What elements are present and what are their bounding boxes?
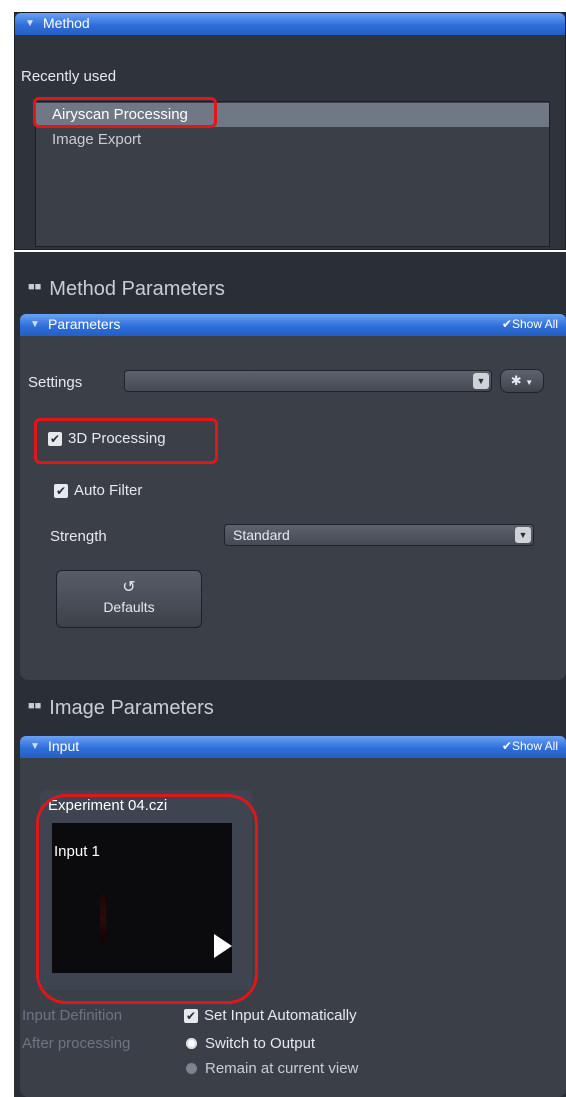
auto-filter-checkbox[interactable]: ✔ Auto Filter: [54, 482, 142, 499]
input-definition-label: Input Definition: [22, 1007, 123, 1024]
highlight-box-3d-processing: [34, 418, 218, 464]
auto-filter-label: Auto Filter: [74, 482, 143, 499]
parameters-header-title: Parameters: [48, 316, 121, 332]
input-header[interactable]: ▼ Input ✔Show All: [20, 736, 566, 758]
method-header-title: Method: [43, 15, 90, 31]
check-icon: ✔: [184, 1009, 198, 1023]
method-header[interactable]: ▼ Method: [15, 13, 565, 35]
method-parameters-panel: ■■ Method Parameters ▼ Parameters ✔Show A…: [14, 252, 566, 687]
set-input-auto-label: Set Input Automatically: [204, 1007, 357, 1024]
check-icon: ✔: [54, 484, 68, 498]
show-all-label: Show All: [511, 739, 558, 753]
list-item-image-export[interactable]: Image Export: [36, 128, 549, 152]
settings-gear-button[interactable]: ✱ ▼: [500, 369, 544, 393]
check-icon: ✔: [501, 317, 512, 331]
collapse-triangle-icon[interactable]: ▼: [30, 741, 40, 752]
collapse-triangle-icon[interactable]: ▼: [30, 319, 40, 330]
show-all-label: Show All: [511, 317, 558, 331]
remain-label: Remain at current view: [205, 1060, 359, 1077]
set-input-auto-checkbox[interactable]: ✔ Set Input Automatically: [184, 1007, 357, 1024]
undo-icon: ↺: [122, 579, 136, 596]
highlight-box-airyscan: [33, 97, 217, 128]
strength-dropdown[interactable]: Standard ▼: [224, 524, 534, 546]
input-header-title: Input: [48, 738, 80, 754]
strength-label: Strength: [50, 528, 107, 545]
switch-to-output-radio[interactable]: Switch to Output: [186, 1035, 315, 1052]
switch-to-output-label: Switch to Output: [205, 1035, 316, 1052]
show-all-toggle[interactable]: ✔Show All: [502, 739, 558, 753]
parameters-header[interactable]: ▼ Parameters ✔Show All: [20, 314, 566, 336]
check-icon: ✔: [501, 739, 512, 753]
defaults-label: Defaults: [103, 599, 155, 615]
remain-current-view-radio[interactable]: Remain at current view: [186, 1060, 358, 1077]
grip-icon: ■■: [28, 281, 42, 293]
grip-icon: ■■: [28, 700, 42, 712]
list-item-label: Image Export: [52, 131, 142, 148]
chevron-down-icon: ▼: [525, 378, 534, 387]
recently-used-label: Recently used: [21, 68, 117, 85]
method-parameters-title[interactable]: ■■ Method Parameters: [28, 278, 225, 301]
highlight-box-input: [36, 794, 258, 1004]
radio-unselected-icon: [186, 1063, 197, 1074]
section-title-text: Method Parameters: [49, 278, 225, 300]
defaults-button[interactable]: ↺ Defaults: [56, 570, 202, 628]
settings-label: Settings: [28, 374, 83, 391]
radio-selected-icon: [186, 1038, 197, 1049]
parameters-subpanel: ▼ Parameters ✔Show All Settings ▼ ✱ ▼ ✔ 3…: [20, 314, 566, 680]
settings-dropdown[interactable]: ▼: [124, 370, 492, 392]
method-panel: ▼ Method Recently used Airyscan Processi…: [14, 12, 566, 250]
chevron-down-icon: ▼: [473, 373, 489, 389]
gear-icon: ✱: [510, 373, 522, 388]
image-parameters-panel: ■■ Image Parameters ▼ Input ✔Show All Exp…: [14, 687, 566, 1097]
collapse-triangle-icon[interactable]: ▼: [25, 18, 35, 29]
strength-value: Standard: [233, 527, 290, 543]
image-parameters-title[interactable]: ■■ Image Parameters: [28, 697, 214, 720]
after-processing-label: After processing: [22, 1035, 131, 1052]
show-all-toggle[interactable]: ✔Show All: [502, 317, 558, 331]
section-title-text: Image Parameters: [49, 697, 214, 719]
chevron-down-icon: ▼: [515, 527, 531, 543]
